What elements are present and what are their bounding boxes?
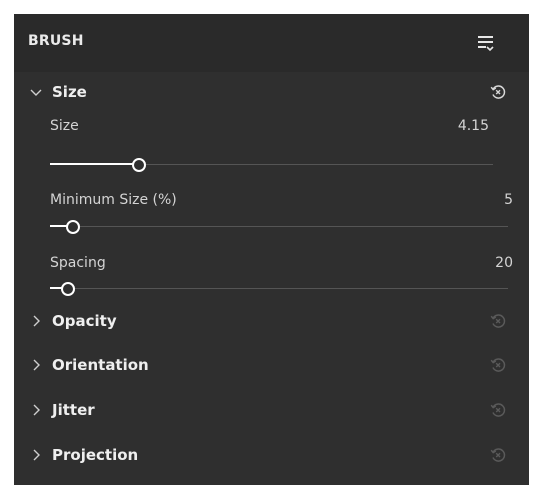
group-title: Opacity bbox=[52, 312, 117, 330]
list-menu-icon[interactable] bbox=[475, 32, 497, 54]
panel-title: BRUSH bbox=[28, 33, 84, 49]
group-title: Orientation bbox=[52, 356, 149, 374]
slider-track bbox=[50, 288, 508, 289]
panel-header: BRUSH bbox=[14, 14, 529, 72]
minimum-size-value[interactable]: 5 bbox=[504, 192, 513, 208]
slider-track bbox=[50, 226, 508, 227]
chevron-right-icon bbox=[33, 404, 40, 416]
brush-panel: BRUSH Size Size 4.15 Minimum Size (%) 5 … bbox=[14, 14, 529, 485]
size-label: Size bbox=[50, 118, 79, 134]
minimum-size-slider[interactable] bbox=[50, 220, 508, 234]
spacing-slider[interactable] bbox=[50, 282, 508, 296]
spacing-value[interactable]: 20 bbox=[495, 255, 513, 271]
chevron-down-icon bbox=[30, 89, 42, 96]
slider-thumb[interactable] bbox=[61, 282, 75, 296]
reset-icon[interactable] bbox=[489, 83, 507, 101]
chevron-right-icon bbox=[33, 449, 40, 461]
group-orientation: Orientation bbox=[14, 351, 529, 381]
slider-thumb[interactable] bbox=[66, 220, 80, 234]
group-projection: Projection bbox=[14, 441, 529, 471]
size-value[interactable]: 4.15 bbox=[458, 118, 489, 134]
group-size: Size Size 4.15 Minimum Size (%) 5 Spacin… bbox=[14, 78, 529, 306]
group-opacity: Opacity bbox=[14, 307, 529, 337]
group-jitter-header[interactable]: Jitter bbox=[14, 396, 529, 426]
size-slider[interactable] bbox=[50, 158, 493, 172]
chevron-right-icon bbox=[33, 315, 40, 327]
group-projection-header[interactable]: Projection bbox=[14, 441, 529, 471]
minimum-size-label: Minimum Size (%) bbox=[50, 192, 177, 208]
group-opacity-header[interactable]: Opacity bbox=[14, 307, 529, 337]
reset-icon bbox=[490, 448, 506, 462]
group-title: Projection bbox=[52, 446, 139, 464]
reset-icon bbox=[490, 358, 506, 372]
slider-thumb[interactable] bbox=[132, 158, 146, 172]
spacing-label: Spacing bbox=[50, 255, 106, 271]
group-title: Size bbox=[52, 83, 87, 101]
slider-fill bbox=[50, 163, 139, 165]
group-title: Jitter bbox=[52, 401, 95, 419]
group-orientation-header[interactable]: Orientation bbox=[14, 351, 529, 381]
reset-icon bbox=[490, 314, 506, 328]
group-size-header[interactable]: Size bbox=[14, 78, 529, 108]
group-jitter: Jitter bbox=[14, 396, 529, 426]
chevron-right-icon bbox=[33, 359, 40, 371]
reset-icon bbox=[490, 403, 506, 417]
